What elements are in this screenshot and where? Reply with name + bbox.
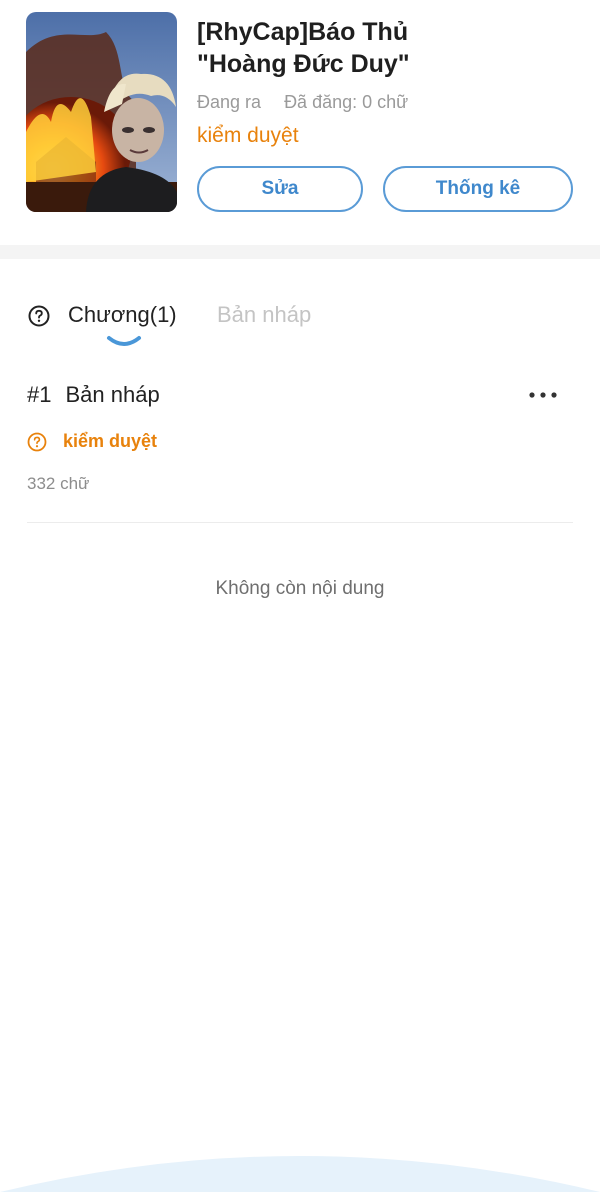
edit-button[interactable]: Sửa (197, 166, 363, 212)
bottom-decoration (0, 1156, 600, 1192)
story-published-count: Đã đăng: 0 chữ (284, 92, 409, 112)
story-manage-page: [RhyCap]Báo Thủ "Hoàng Đức Duy" Đang ra … (0, 0, 600, 1192)
story-title-line2: "Hoàng Đức Duy" (197, 50, 410, 78)
cover-illustration (26, 12, 177, 212)
chapter-name: Bản nháp (65, 382, 160, 407)
section-divider (0, 245, 600, 259)
chapter-tabs: Chương(1) Bản nháp (0, 290, 600, 360)
chapter-title: #1 Bản nháp (27, 382, 160, 408)
chapter-word-count: 332 chữ (27, 474, 90, 493)
chapter-list-item[interactable]: #1 Bản nháp kiểm duyệt 332 chữ (0, 370, 600, 523)
more-options-icon[interactable] (528, 391, 558, 399)
active-tab-indicator (107, 336, 141, 346)
chapter-review-label: kiểm duyệt (63, 431, 158, 451)
stats-button[interactable]: Thống kê (383, 166, 573, 212)
story-header: [RhyCap]Báo Thủ "Hoàng Đức Duy" Đang ra … (0, 0, 600, 245)
tab-chapters[interactable]: Chương(1) (68, 302, 177, 328)
tab-drafts[interactable]: Bản nháp (217, 302, 311, 328)
chapter-review-status: kiểm duyệt (27, 431, 157, 452)
story-status: Đang ra (197, 92, 262, 112)
story-review-status: kiểm duyệt (197, 124, 299, 147)
chapter-number: #1 (27, 382, 52, 407)
story-title: [RhyCap]Báo Thủ "Hoàng Đức Duy" (197, 16, 577, 80)
list-divider (27, 522, 573, 523)
review-question-icon (27, 432, 47, 451)
question-circle-icon[interactable] (28, 305, 50, 327)
story-cover-image[interactable] (26, 12, 177, 212)
story-meta: Đang ra Đã đăng: 0 chữ (197, 92, 408, 113)
empty-list-message: Không còn nội dung (215, 578, 385, 599)
story-title-line1: [RhyCap]Báo Thủ (197, 18, 409, 46)
